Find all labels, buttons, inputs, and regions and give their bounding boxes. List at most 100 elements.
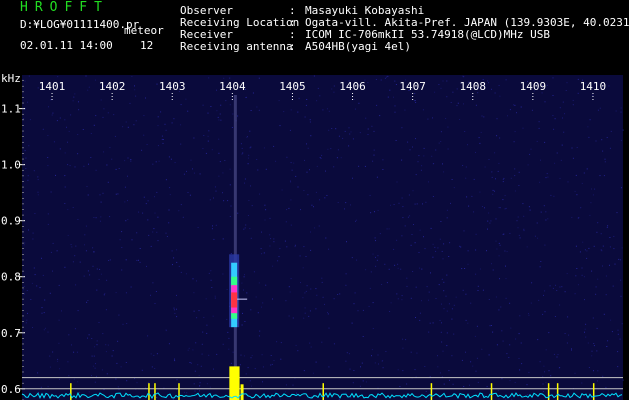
noise-speck [223,77,225,79]
x-tick-label: 1402 [99,80,126,93]
noise-speck [190,159,192,161]
noise-speck [24,242,26,244]
noise-speck [407,216,409,218]
noise-speck [156,397,158,398]
noise-speck [552,77,554,79]
noise-speck [171,250,173,252]
noise-speck [552,115,554,117]
noise-speck [459,119,461,120]
noise-speck [520,342,522,344]
noise-speck [506,251,508,253]
x-tick-label: 1408 [460,80,487,93]
noise-speck [581,182,583,184]
noise-speck [441,250,443,252]
noise-speck [73,96,75,98]
noise-speck [406,285,408,287]
noise-speck [229,104,231,106]
noise-speck [41,257,42,259]
x-tick-label: 1405 [279,80,306,93]
noise-speck [586,168,588,170]
noise-speck [393,204,395,205]
noise-speck [501,330,503,332]
noise-speck [484,207,485,209]
noise-speck [526,384,528,386]
y-tick-label: 0.7 [1,327,21,340]
noise-speck [583,276,585,278]
noise-speck [333,343,335,345]
noise-speck [417,161,419,163]
noise-speck [64,266,66,268]
noise-speck [492,331,494,333]
noise-speck [505,265,506,267]
yellow-spike [592,383,595,400]
noise-speck [574,293,576,295]
noise-speck [87,300,89,301]
noise-speck [421,165,423,167]
noise-speck [47,331,49,333]
spectrogram-chart: 1401 1402 1403 1404 1405 1406 1407 1408 1409 1410… [1,72,624,400]
noise-speck [387,96,389,98]
noise-speck [273,241,275,243]
noise-speck [420,169,422,171]
noise-speck [202,331,204,333]
noise-speck [620,279,622,281]
noise-speck [488,82,490,84]
x-tick-label: 1404 [219,80,246,93]
noise-speck [572,104,574,106]
noise-speck [476,357,478,359]
y-tick-label: 0.9 [1,215,21,228]
noise-speck [467,263,469,265]
noise-speck [405,339,407,341]
noise-speck [37,176,39,178]
noise-speck [124,186,126,188]
noise-speck [244,227,246,229]
noise-speck [96,340,98,342]
noise-speck [550,194,552,196]
noise-speck [244,178,246,180]
noise-speck [226,318,228,320]
noise-speck [209,386,211,388]
noise-speck [143,134,145,136]
noise-speck [353,98,355,100]
noise-speck [154,368,156,369]
noise-speck [61,310,62,312]
noise-speck [382,159,384,161]
noise-speck [414,369,416,371]
noise-speck [269,234,271,236]
noise-speck [286,246,288,248]
noise-speck [289,129,291,131]
noise-speck [585,336,587,338]
noise-speck [561,286,563,288]
noise-speck [88,391,90,393]
noise-speck [192,349,194,351]
noise-speck [232,351,234,353]
noise-speck [432,256,434,258]
noise-speck [150,353,152,355]
noise-speck [307,194,309,196]
noise-speck [588,367,590,368]
noise-speck [540,261,542,262]
noise-speck [543,205,545,207]
noise-speck [465,166,467,168]
noise-speck [145,97,146,99]
noise-speck [130,159,132,160]
noise-speck [321,341,323,343]
noise-speck [579,251,581,253]
noise-speck [390,204,391,206]
noise-speck [621,247,623,249]
noise-speck [562,101,564,103]
noise-speck [74,93,76,95]
noise-speck [584,249,586,251]
noise-speck [239,364,241,366]
noise-speck [438,284,440,286]
noise-speck [593,343,595,344]
noise-speck [530,148,532,150]
noise-speck [528,206,530,208]
noise-speck [135,95,137,97]
noise-speck [575,174,577,176]
noise-speck [430,227,432,229]
noise-speck [478,137,480,139]
noise-speck [89,274,91,276]
noise-speck [297,350,299,352]
noise-speck [491,88,492,90]
